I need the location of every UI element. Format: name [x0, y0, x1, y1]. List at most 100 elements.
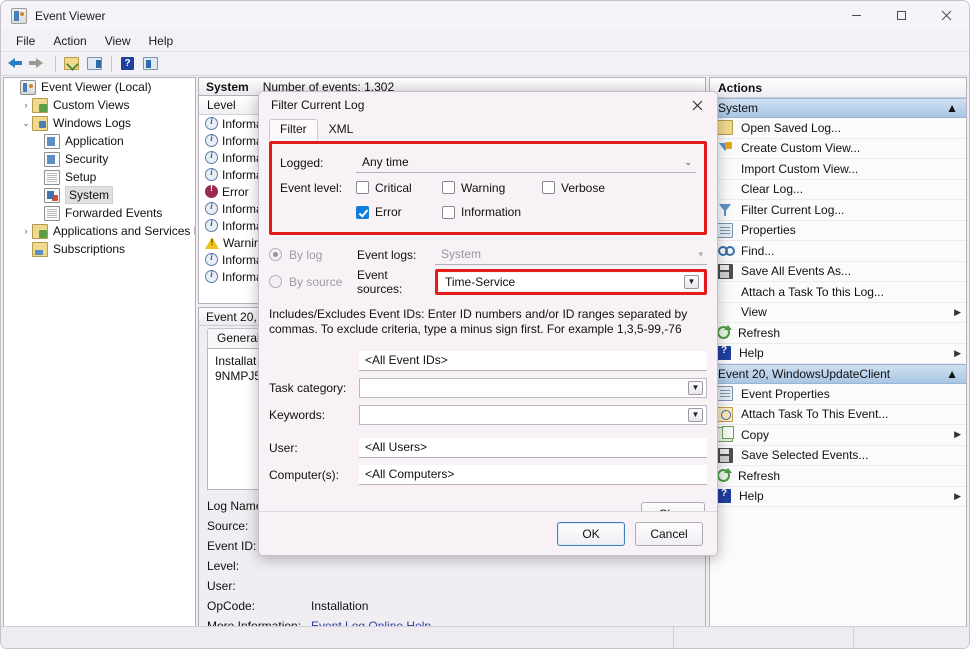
checkbox-error[interactable]: Error — [356, 205, 434, 219]
cancel-button[interactable]: Cancel — [635, 521, 703, 546]
action-open-saved-log[interactable]: Open Saved Log... — [710, 118, 966, 139]
menu-view[interactable]: View — [96, 32, 140, 50]
tree-item-system[interactable]: System — [4, 186, 195, 204]
checkbox-label: Error — [375, 205, 402, 219]
menu-file[interactable]: File — [7, 32, 44, 50]
chevron-down-icon[interactable]: ⌄ — [20, 118, 32, 129]
highlight-box-event-sources: Time-Service ▼ — [435, 268, 707, 295]
computers-input[interactable]: <All Computers> — [359, 464, 707, 485]
radio-button[interactable] — [269, 275, 282, 288]
action-find[interactable]: Find... — [710, 241, 966, 262]
tab-xml[interactable]: XML — [318, 119, 365, 140]
action-refresh-event[interactable]: Refresh — [710, 466, 966, 487]
action-group-title: System — [718, 101, 759, 115]
action-label: Attach Task To This Event... — [741, 407, 889, 422]
action-create-custom-view[interactable]: Create Custom View... — [710, 139, 966, 159]
filter-icon — [717, 202, 733, 217]
field-opcode: OpCode: Installation — [207, 596, 705, 616]
event-ids-input[interactable]: <All Event IDs> — [359, 350, 707, 371]
action-save-all-events-as[interactable]: Save All Events As... — [710, 262, 966, 282]
checkbox-critical[interactable]: Critical — [356, 181, 434, 195]
tree-item-event-viewer-local[interactable]: Event Viewer (Local) — [4, 78, 195, 96]
checkbox-verbose[interactable]: Verbose — [542, 181, 605, 195]
ok-button[interactable]: OK — [557, 521, 625, 546]
keywords-dropdown[interactable]: ▼ — [359, 404, 707, 425]
tree-item-security[interactable]: Security — [4, 150, 195, 168]
action-label: Refresh — [738, 325, 781, 340]
tree-item-label: Event Viewer (Local) — [41, 80, 152, 94]
tree-item-application[interactable]: Application — [4, 132, 195, 150]
action-group-event[interactable]: Event 20, WindowsUpdateClient ▲ — [710, 364, 966, 384]
show-hide-folder-icon[interactable] — [62, 54, 82, 73]
action-clear-log[interactable]: Clear Log... — [710, 180, 966, 200]
blank-icon — [717, 161, 733, 176]
window-title: Event Viewer — [35, 8, 106, 23]
chevron-right-icon[interactable]: › — [20, 100, 32, 110]
event-sources-dropdown[interactable]: Time-Service ▼ — [439, 272, 703, 291]
highlight-box-logged-level: Logged: Any time ⌄ Event level: Critical… — [269, 141, 707, 235]
chevron-down-icon[interactable]: ▼ — [688, 380, 703, 395]
checkbox-box[interactable] — [356, 205, 369, 219]
maximize-button[interactable] — [879, 1, 924, 30]
back-icon[interactable] — [6, 54, 26, 73]
menu-help[interactable]: Help — [140, 32, 183, 50]
information-icon — [205, 269, 218, 283]
close-icon[interactable] — [677, 92, 717, 118]
event-level-label: Event level: — [280, 180, 343, 195]
action-save-selected-events[interactable]: Save Selected Events... — [710, 446, 966, 466]
chevron-down-icon[interactable]: ▼ — [688, 407, 703, 422]
logged-dropdown[interactable]: Any time ⌄ — [356, 153, 696, 173]
action-copy[interactable]: Copy ▶ — [710, 425, 966, 446]
action-properties[interactable]: Properties — [710, 221, 966, 241]
tree-item-subscriptions[interactable]: Subscriptions — [4, 240, 195, 258]
event-logs-dropdown[interactable]: System ▾ — [435, 245, 707, 265]
action-attach-task-to-log[interactable]: Attach a Task To this Log... — [710, 282, 966, 303]
minimize-button[interactable] — [834, 1, 879, 30]
tree-item-custom-views[interactable]: › Custom Views — [4, 96, 195, 114]
computers-label: Computer(s): — [269, 467, 340, 482]
action-label: Properties — [741, 223, 796, 238]
show-hide-console-tree-icon[interactable] — [85, 54, 105, 73]
event-viewer-icon — [20, 79, 36, 95]
tab-filter[interactable]: Filter — [269, 119, 318, 140]
checkbox-box[interactable] — [442, 181, 455, 194]
tree-item-applications-and-services-logs[interactable]: › Applications and Services Logs — [4, 222, 195, 240]
task-category-dropdown[interactable]: ▼ — [359, 377, 707, 398]
tree-item-forwarded-events[interactable]: Forwarded Events — [4, 204, 195, 222]
computers-value: <All Computers> — [365, 467, 455, 481]
toolbar: ? — [1, 52, 969, 76]
action-event-properties[interactable]: Event Properties — [710, 384, 966, 405]
action-import-custom-view[interactable]: Import Custom View... — [710, 159, 966, 180]
tree-item-setup[interactable]: Setup — [4, 168, 195, 186]
action-attach-task-to-event[interactable]: Attach Task To This Event... — [710, 405, 966, 425]
menu-action[interactable]: Action — [44, 32, 95, 50]
column-level[interactable]: Level — [207, 98, 236, 112]
action-group-system[interactable]: System ▲ — [710, 98, 966, 118]
checkbox-information[interactable]: Information — [442, 205, 521, 219]
chevron-up-icon[interactable]: ▲ — [946, 367, 958, 381]
action-help[interactable]: Help ▶ — [710, 344, 966, 364]
radio-by-source[interactable]: By source — [269, 275, 357, 289]
event-sources-label: Event sources: — [357, 267, 403, 296]
checkbox-box[interactable] — [542, 181, 555, 194]
close-button[interactable] — [924, 1, 969, 30]
checkbox-warning[interactable]: Warning — [442, 181, 534, 195]
chevron-right-icon[interactable]: › — [20, 226, 32, 236]
show-hide-action-pane-icon[interactable] — [141, 54, 161, 73]
blank-icon — [717, 305, 733, 320]
radio-by-log[interactable]: By log — [269, 248, 357, 262]
radio-button[interactable] — [269, 248, 282, 261]
action-refresh[interactable]: Refresh — [710, 323, 966, 344]
chevron-down-icon[interactable]: ▼ — [684, 274, 699, 289]
chevron-up-icon[interactable]: ▲ — [946, 101, 958, 115]
checkbox-box[interactable] — [356, 181, 369, 194]
user-input[interactable]: <All Users> — [359, 437, 707, 458]
help-icon[interactable]: ? — [118, 54, 138, 73]
action-view[interactable]: View ▶ — [710, 303, 966, 323]
checkbox-box[interactable] — [442, 205, 455, 219]
forward-icon[interactable] — [29, 54, 49, 73]
tree-item-windows-logs[interactable]: ⌄ Windows Logs — [4, 114, 195, 132]
information-icon — [205, 150, 218, 164]
action-help-event[interactable]: Help ▶ — [710, 487, 966, 507]
action-filter-current-log[interactable]: Filter Current Log... — [710, 200, 966, 221]
